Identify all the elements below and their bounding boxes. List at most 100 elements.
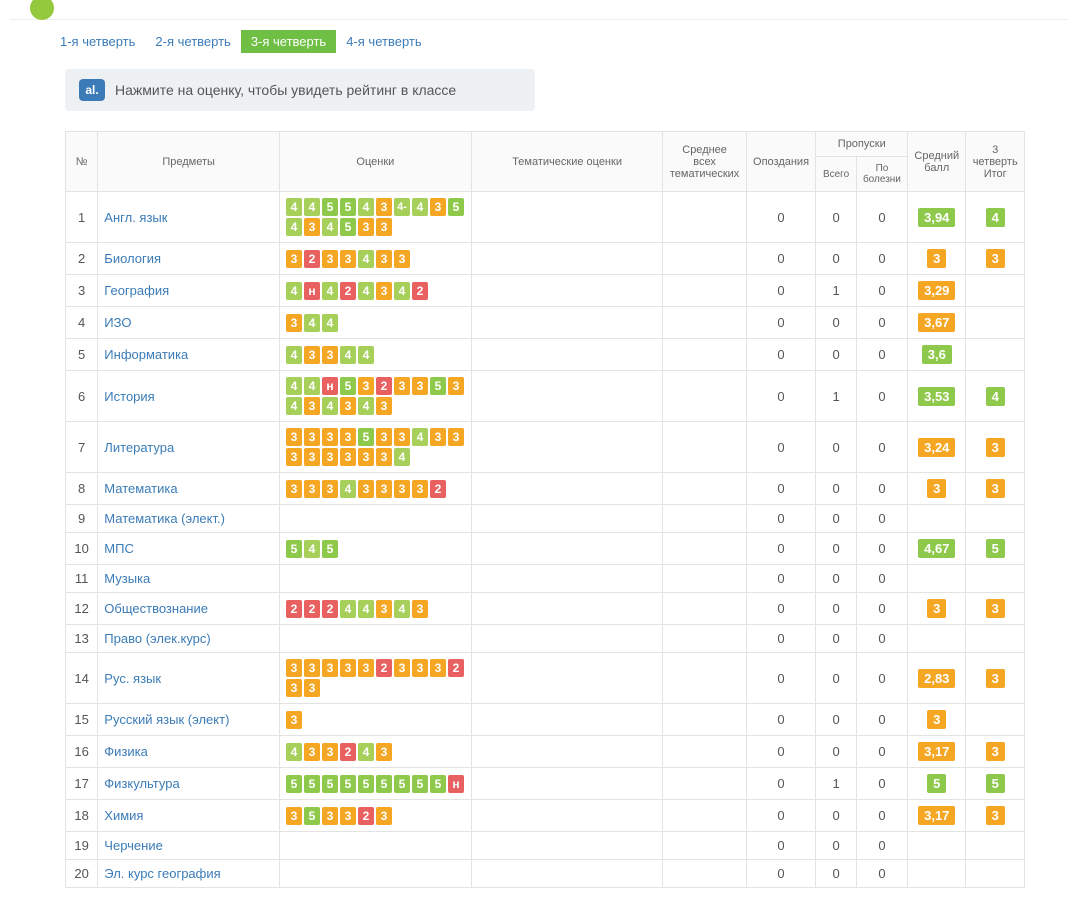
grade-chip[interactable]: 3: [358, 480, 374, 498]
grade-chip[interactable]: 5: [430, 775, 446, 793]
grade-chip[interactable]: 3: [412, 480, 428, 498]
grade-chip[interactable]: 4: [358, 600, 374, 618]
grade-chip[interactable]: 3: [286, 807, 302, 825]
grade-chip[interactable]: 3: [340, 428, 356, 446]
grade-chip[interactable]: 5: [340, 218, 356, 236]
subject-link[interactable]: Эл. курс география: [104, 866, 220, 881]
grade-chip[interactable]: 2: [304, 600, 320, 618]
subject-link[interactable]: Математика: [104, 481, 177, 496]
grade-chip[interactable]: 3: [322, 428, 338, 446]
grade-chip[interactable]: 4: [304, 314, 320, 332]
grade-chip[interactable]: 3: [358, 448, 374, 466]
grade-chip[interactable]: 4: [394, 282, 410, 300]
grade-chip[interactable]: 2: [304, 250, 320, 268]
grade-chip[interactable]: 3: [322, 346, 338, 364]
grade-chip[interactable]: 3: [340, 448, 356, 466]
subject-link[interactable]: Обществознание: [104, 601, 208, 616]
grade-chip[interactable]: 3: [376, 282, 392, 300]
grade-chip[interactable]: 5: [448, 198, 464, 216]
grade-chip[interactable]: 4-: [394, 198, 410, 216]
grade-chip[interactable]: 5: [322, 198, 338, 216]
grade-chip[interactable]: 3: [376, 218, 392, 236]
grade-chip[interactable]: 5: [376, 775, 392, 793]
grade-chip[interactable]: 3: [376, 448, 392, 466]
grade-chip[interactable]: 4: [322, 282, 338, 300]
grade-chip[interactable]: 2: [358, 807, 374, 825]
grade-chip[interactable]: 2: [340, 282, 356, 300]
grade-chip[interactable]: 4: [358, 250, 374, 268]
grade-chip[interactable]: 3: [376, 600, 392, 618]
grade-chip[interactable]: 4: [358, 397, 374, 415]
grade-chip[interactable]: 5: [358, 428, 374, 446]
subject-link[interactable]: Музыка: [104, 571, 150, 586]
grade-chip[interactable]: 3: [412, 600, 428, 618]
grade-chip[interactable]: 3: [376, 743, 392, 761]
grade-chip[interactable]: 4: [322, 314, 338, 332]
grade-chip[interactable]: 3: [286, 679, 302, 697]
grade-chip[interactable]: 3: [340, 807, 356, 825]
grade-chip[interactable]: 4: [322, 218, 338, 236]
grade-chip[interactable]: 4: [286, 743, 302, 761]
grade-chip[interactable]: 4: [358, 743, 374, 761]
grade-chip[interactable]: 4: [340, 346, 356, 364]
grade-chip[interactable]: 3: [412, 377, 428, 395]
grade-chip[interactable]: 3: [376, 807, 392, 825]
grade-chip[interactable]: 3: [286, 428, 302, 446]
grade-chip[interactable]: 3: [358, 659, 374, 677]
grade-chip[interactable]: 3: [322, 250, 338, 268]
grade-chip[interactable]: 4: [286, 397, 302, 415]
grade-chip[interactable]: 4: [394, 600, 410, 618]
grade-chip[interactable]: н: [322, 377, 338, 395]
subject-link[interactable]: Право (элек.курс): [104, 631, 210, 646]
grade-chip[interactable]: 5: [322, 540, 338, 558]
grade-chip[interactable]: 3: [376, 397, 392, 415]
grade-chip[interactable]: 3: [340, 397, 356, 415]
tab-quarter-2[interactable]: 2-я четверть: [145, 30, 240, 53]
grade-chip[interactable]: 3: [358, 377, 374, 395]
grade-chip[interactable]: 3: [430, 198, 446, 216]
grade-chip[interactable]: 5: [286, 540, 302, 558]
grade-chip[interactable]: 5: [304, 807, 320, 825]
subject-link[interactable]: Русский язык (элект): [104, 712, 229, 727]
grade-chip[interactable]: 2: [376, 659, 392, 677]
subject-link[interactable]: Информатика: [104, 347, 188, 362]
grade-chip[interactable]: 4: [304, 198, 320, 216]
grade-chip[interactable]: 3: [322, 807, 338, 825]
tab-quarter-3[interactable]: 3-я четверть: [241, 30, 336, 53]
grade-chip[interactable]: 2: [340, 743, 356, 761]
grade-chip[interactable]: 3: [376, 428, 392, 446]
grade-chip[interactable]: 5: [286, 775, 302, 793]
subject-link[interactable]: География: [104, 283, 169, 298]
grade-chip[interactable]: 4: [394, 448, 410, 466]
grade-chip[interactable]: 5: [322, 775, 338, 793]
grade-chip[interactable]: 5: [340, 377, 356, 395]
subject-link[interactable]: Литература: [104, 440, 174, 455]
grade-chip[interactable]: 3: [448, 428, 464, 446]
grade-chip[interactable]: 3: [394, 250, 410, 268]
grade-chip[interactable]: 3: [376, 198, 392, 216]
grade-chip[interactable]: 3: [304, 743, 320, 761]
subject-link[interactable]: Химия: [104, 808, 143, 823]
grade-chip[interactable]: 3: [322, 743, 338, 761]
grade-chip[interactable]: 2: [286, 600, 302, 618]
grade-chip[interactable]: 3: [376, 250, 392, 268]
grade-chip[interactable]: 3: [358, 218, 374, 236]
grade-chip[interactable]: 3: [412, 659, 428, 677]
grade-chip[interactable]: 2: [322, 600, 338, 618]
grade-chip[interactable]: 2: [376, 377, 392, 395]
grade-chip[interactable]: 5: [304, 775, 320, 793]
grade-chip[interactable]: 5: [394, 775, 410, 793]
grade-chip[interactable]: 5: [340, 775, 356, 793]
grade-chip[interactable]: н: [304, 282, 320, 300]
grade-chip[interactable]: 3: [322, 480, 338, 498]
grade-chip[interactable]: 3: [322, 448, 338, 466]
subject-link[interactable]: Математика (элект.): [104, 511, 225, 526]
grade-chip[interactable]: 3: [304, 397, 320, 415]
grade-chip[interactable]: 3: [304, 448, 320, 466]
subject-link[interactable]: МПС: [104, 541, 134, 556]
grade-chip[interactable]: 3: [304, 218, 320, 236]
grade-chip[interactable]: 3: [394, 659, 410, 677]
grade-chip[interactable]: 3: [286, 314, 302, 332]
grade-chip[interactable]: 4: [286, 377, 302, 395]
grade-chip[interactable]: 3: [286, 250, 302, 268]
